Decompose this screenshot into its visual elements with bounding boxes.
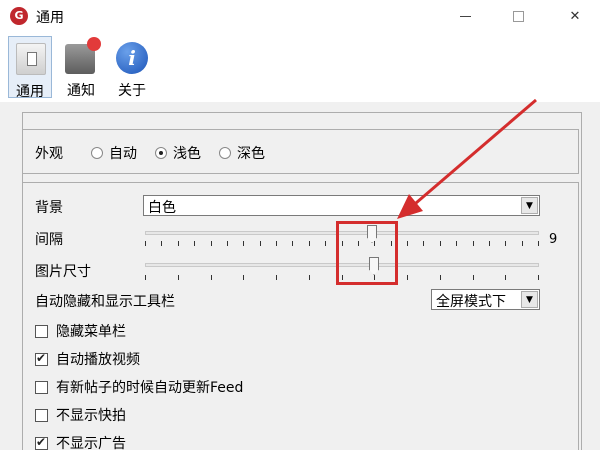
checkbox-hide-stories-box[interactable] xyxy=(35,408,48,422)
toolbar: 通用 通知 i 关于 xyxy=(0,32,600,102)
slider-tick xyxy=(260,241,261,246)
info-icon: i xyxy=(116,42,148,74)
minimize-icon xyxy=(459,15,471,17)
title-bar: G 通用 ✕ xyxy=(0,0,600,32)
chevron-down-icon[interactable]: ▼ xyxy=(521,291,538,308)
slider-tick xyxy=(325,241,326,246)
slider-tick xyxy=(211,275,212,280)
radio-light[interactable]: 浅色 xyxy=(155,143,201,163)
checkbox-auto-refresh-feed-box[interactable] xyxy=(35,380,48,394)
slider-tick xyxy=(178,275,179,280)
image-size-label: 图片尺寸 xyxy=(35,264,91,280)
slider-tick xyxy=(489,241,490,246)
slider-tick xyxy=(243,275,244,280)
spacing-label: 间隔 xyxy=(35,232,63,248)
tab-general[interactable]: 通用 xyxy=(8,36,52,100)
radio-light-label: 浅色 xyxy=(173,146,201,162)
slider-tick xyxy=(407,275,408,280)
slider-tick xyxy=(243,241,244,246)
slider-tick xyxy=(276,275,277,280)
checkbox-hide-stories-label: 不显示快拍 xyxy=(56,408,126,424)
slider-tick xyxy=(178,241,179,246)
slider-tick xyxy=(145,241,146,246)
settings-panel: 外观 自动 浅色 深色 背景 白色 ▼ 间隔 9 图片尺寸 自动隐藏和显示工具栏… xyxy=(0,102,600,450)
slider-tick xyxy=(505,241,506,246)
background-select[interactable]: 白色 ▼ xyxy=(143,195,540,216)
checkbox-autoplay-video-box[interactable] xyxy=(35,351,48,366)
checkbox-hide-menubar[interactable]: 隐藏菜单栏 xyxy=(35,321,126,341)
checkbox-hide-menubar-label: 隐藏菜单栏 xyxy=(56,324,126,340)
slider-tick xyxy=(538,241,539,246)
checkbox-hide-menubar-box[interactable] xyxy=(35,324,48,338)
checkbox-auto-refresh-feed[interactable]: 有新帖子的时候自动更新Feed xyxy=(35,377,243,397)
maximize-button[interactable] xyxy=(495,0,541,32)
slider-tick xyxy=(309,241,310,246)
toolbar-autohide-select-value: 全屏模式下 xyxy=(436,294,506,310)
slider-tick xyxy=(407,241,408,246)
radio-dark[interactable]: 深色 xyxy=(219,143,265,163)
slider-tick xyxy=(423,241,424,246)
highlight-box xyxy=(336,221,398,285)
slider-tick xyxy=(473,275,474,280)
tab-about[interactable]: i 关于 xyxy=(110,36,154,99)
toolbar-autohide-select[interactable]: 全屏模式下 ▼ xyxy=(431,289,540,310)
tab-notifications[interactable]: 通知 xyxy=(59,36,103,99)
slider-tick xyxy=(456,241,457,246)
slider-tick xyxy=(505,275,506,280)
close-icon: ✕ xyxy=(569,8,581,24)
appearance-label: 外观 xyxy=(35,146,63,162)
radio-dark-indicator[interactable] xyxy=(219,147,231,159)
background-select-value: 白色 xyxy=(148,200,176,216)
slider-tick xyxy=(473,241,474,246)
radio-auto-indicator[interactable] xyxy=(91,147,103,159)
tab-general-label: 通用 xyxy=(16,84,44,100)
slider-tick xyxy=(145,275,146,280)
checkbox-hide-ads-box[interactable] xyxy=(35,435,48,450)
radio-auto[interactable]: 自动 xyxy=(91,143,137,163)
slider-tick xyxy=(211,241,212,246)
tab-notifications-label: 通知 xyxy=(67,83,95,99)
radio-light-indicator[interactable] xyxy=(155,147,167,159)
notification-badge xyxy=(87,37,101,51)
slider-tick xyxy=(538,275,539,280)
slider-tick xyxy=(440,275,441,280)
checkbox-auto-refresh-feed-label: 有新帖子的时候自动更新Feed xyxy=(56,380,244,396)
display-settings-group: 背景 白色 ▼ 间隔 9 图片尺寸 自动隐藏和显示工具栏 全屏模式下 ▼ 隐藏菜… xyxy=(22,182,579,450)
radio-auto-label: 自动 xyxy=(109,146,137,162)
checkbox-autoplay-video-label: 自动播放视频 xyxy=(56,352,140,368)
minimize-button[interactable] xyxy=(442,0,488,32)
appearance-group: 外观 自动 浅色 深色 xyxy=(22,129,579,174)
tab-about-label: 关于 xyxy=(118,83,146,99)
checkbox-autoplay-video[interactable]: 自动播放视频 xyxy=(35,349,140,369)
slider-tick xyxy=(276,241,277,246)
slider-tick xyxy=(440,241,441,246)
slider-tick xyxy=(309,275,310,280)
background-label: 背景 xyxy=(35,200,63,216)
maximize-icon xyxy=(512,10,524,22)
toolbar-autohide-label: 自动隐藏和显示工具栏 xyxy=(35,294,175,310)
app-logo-icon: G xyxy=(10,7,28,25)
slider-tick xyxy=(194,241,195,246)
spacing-max-label: 9 xyxy=(549,232,558,247)
checkbox-hide-ads-label: 不显示广告 xyxy=(56,436,126,450)
chevron-down-icon[interactable]: ▼ xyxy=(521,197,538,214)
slider-tick xyxy=(522,241,523,246)
checkbox-hide-stories[interactable]: 不显示快拍 xyxy=(35,405,126,425)
close-button[interactable]: ✕ xyxy=(552,0,598,32)
window-title: 通用 xyxy=(36,10,64,26)
checkbox-hide-ads[interactable]: 不显示广告 xyxy=(35,433,126,450)
slider-tick xyxy=(292,241,293,246)
slider-tick xyxy=(227,241,228,246)
radio-dark-label: 深色 xyxy=(237,146,265,162)
switch-icon xyxy=(16,43,46,75)
slider-tick xyxy=(161,241,162,246)
